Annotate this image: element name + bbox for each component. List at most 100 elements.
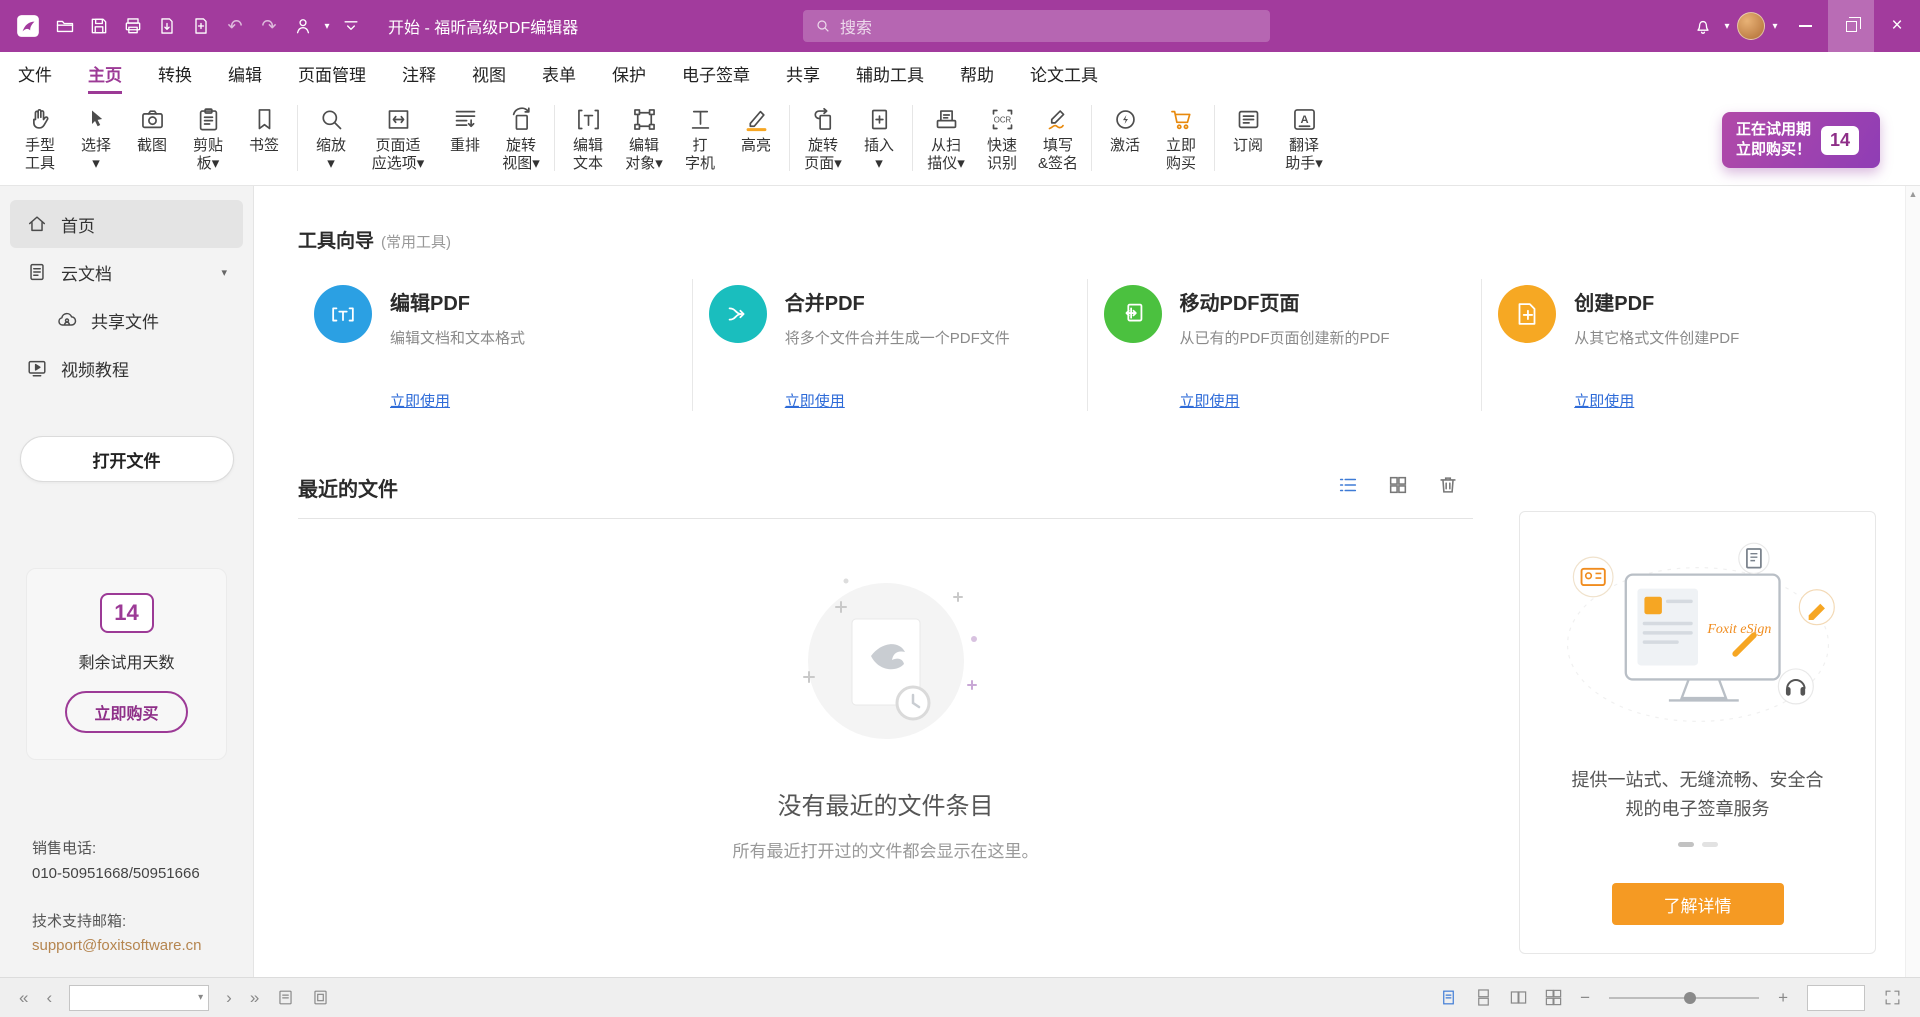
ribbon-tool-from-scanner[interactable]: 从扫 描仪▾ <box>918 102 974 173</box>
ribbon-tool-hand[interactable]: 手型 工具 <box>12 102 68 173</box>
notifications-bell-icon[interactable] <box>1686 0 1720 52</box>
next-page-button[interactable]: › <box>219 989 239 1006</box>
esign-promo-card: Foxit eSign <box>1519 511 1876 954</box>
content-scrollbar[interactable]: ▲ <box>1905 186 1920 977</box>
sidebar-item-shared-files[interactable]: 共享文件 <box>10 296 243 344</box>
zoom-out-button[interactable]: − <box>1573 989 1597 1006</box>
ribbon-tool-translate[interactable]: A 翻译 助手▾ <box>1276 102 1332 173</box>
use-now-link[interactable]: 立即使用 <box>1574 390 1862 411</box>
ribbon-tool-page-fit[interactable]: 页面适 应选项▾ <box>359 102 437 173</box>
menu-tab-share[interactable]: 共享 <box>786 52 820 94</box>
carousel-dot-active[interactable] <box>1678 842 1694 847</box>
sidebar-item-video-tutorials[interactable]: 视频教程 <box>10 344 243 392</box>
save-icon[interactable] <box>82 0 116 52</box>
quick-sign-icon[interactable] <box>286 0 320 52</box>
scroll-up-icon[interactable]: ▲ <box>1909 189 1918 199</box>
ribbon-tool-reflow[interactable]: 重排 <box>437 102 493 155</box>
support-email-link[interactable]: support@foxitsoftware.cn <box>32 935 243 957</box>
card-merge-pdf[interactable]: 合并PDF 将多个文件合并生成一个PDF文件 立即使用 <box>692 279 1087 411</box>
open-folder-icon[interactable] <box>48 0 82 52</box>
card-edit-pdf[interactable]: 编辑PDF 编辑文档和文本格式 立即使用 <box>298 279 692 411</box>
menu-tab-help[interactable]: 帮助 <box>960 52 994 94</box>
zoom-in-button[interactable]: + <box>1771 989 1795 1006</box>
menu-tab-convert[interactable]: 转换 <box>158 52 192 94</box>
notifications-caret-icon[interactable]: ▾ <box>1720 21 1734 32</box>
zoom-level-input[interactable] <box>1808 986 1864 1010</box>
fullscreen-icon[interactable] <box>1877 988 1908 1007</box>
trash-icon[interactable] <box>1437 474 1459 501</box>
zoom-slider-thumb[interactable] <box>1684 992 1696 1004</box>
list-view-icon[interactable] <box>1337 474 1359 501</box>
zoom-slider[interactable] <box>1609 988 1759 1008</box>
ribbon-collapse-icon[interactable] <box>334 0 368 52</box>
prev-page-button[interactable]: ‹ <box>39 989 59 1006</box>
ribbon-tool-fill-sign[interactable]: 填写 &签名 <box>1030 102 1086 173</box>
last-page-button[interactable]: » <box>243 989 266 1006</box>
ribbon-tool-quick-ocr[interactable]: OCR 快速 识别 <box>974 102 1030 173</box>
ribbon-tool-highlight[interactable]: 高亮 <box>728 102 784 155</box>
ribbon-tool-edit-object[interactable]: 编辑 对象▾ <box>616 102 672 173</box>
prev-view-icon[interactable] <box>270 988 301 1007</box>
first-page-button[interactable]: « <box>12 989 35 1006</box>
ribbon-tool-snapshot[interactable]: 截图 <box>124 102 180 155</box>
buy-now-button[interactable]: 立即购买 <box>65 691 187 733</box>
menu-tab-accessibility[interactable]: 辅助工具 <box>856 52 924 94</box>
quick-sign-caret-icon[interactable]: ▾ <box>320 21 334 32</box>
ribbon-tool-rotate-pages[interactable]: 旋转 页面▾ <box>795 102 851 173</box>
use-now-link[interactable]: 立即使用 <box>1180 390 1468 411</box>
grid-view-icon[interactable] <box>1387 474 1409 501</box>
ribbon-tool-zoom[interactable]: 缩放 ▾ <box>303 102 359 173</box>
use-now-link[interactable]: 立即使用 <box>390 390 678 411</box>
minimize-button[interactable] <box>1782 0 1828 52</box>
sidebar-item-home[interactable]: 首页 <box>10 200 243 248</box>
trial-purchase-banner[interactable]: 正在试用期 立即购买！ 14 <box>1722 112 1880 168</box>
menu-tab-home[interactable]: 主页 <box>88 52 122 94</box>
menu-tab-comment[interactable]: 注释 <box>402 52 436 94</box>
ribbon-tool-rotate-view[interactable]: 旋转 视图▾ <box>493 102 549 173</box>
menu-tab-form[interactable]: 表单 <box>542 52 576 94</box>
learn-more-button[interactable]: 了解详情 <box>1612 883 1784 925</box>
cloud-docs-caret-icon[interactable]: ▾ <box>221 266 227 279</box>
ribbon-tool-select[interactable]: 选择 ▾ <box>68 102 124 173</box>
close-button[interactable]: × <box>1874 0 1920 52</box>
carousel-dot[interactable] <box>1702 842 1718 847</box>
ribbon-tool-activate[interactable]: 激活 <box>1097 102 1153 155</box>
ribbon-tool-subscribe[interactable]: 订阅 <box>1220 102 1276 155</box>
menu-tab-paper-tools[interactable]: 论文工具 <box>1030 52 1098 94</box>
ribbon-tool-buy-now[interactable]: 立即 购买 <box>1153 102 1209 173</box>
two-page-view-icon[interactable] <box>1503 988 1534 1007</box>
sidebar-item-cloud-docs[interactable]: 云文档 ▾ <box>10 248 243 296</box>
page-number-input[interactable] <box>70 990 198 1006</box>
account-caret-icon[interactable]: ▾ <box>1768 21 1782 32</box>
ribbon-tool-bookmark[interactable]: 书签 <box>236 102 292 155</box>
global-search-input[interactable]: 搜索 <box>803 10 1270 42</box>
export-pdf-icon[interactable] <box>150 0 184 52</box>
page-fit-icon <box>383 104 413 134</box>
two-page-continuous-view-icon[interactable] <box>1538 988 1569 1007</box>
support-email-label: 技术支持邮箱: <box>32 911 243 933</box>
ribbon-tool-edit-text[interactable]: 编辑 文本 <box>560 102 616 173</box>
menu-tab-protect[interactable]: 保护 <box>612 52 646 94</box>
menu-tab-view[interactable]: 视图 <box>472 52 506 94</box>
menu-tab-esign[interactable]: 电子签章 <box>682 52 750 94</box>
page-number-caret-icon[interactable]: ▾ <box>198 992 208 1003</box>
card-move-pdf-pages[interactable]: 移动PDF页面 从已有的PDF页面创建新的PDF 立即使用 <box>1087 279 1482 411</box>
menu-tab-file[interactable]: 文件 <box>18 52 52 94</box>
single-page-view-icon[interactable] <box>1433 988 1464 1007</box>
redo-icon[interactable]: ↷ <box>252 0 286 52</box>
account-avatar[interactable] <box>1734 0 1768 52</box>
menu-tab-page-manage[interactable]: 页面管理 <box>298 52 366 94</box>
card-create-pdf[interactable]: 创建PDF 从其它格式文件创建PDF 立即使用 <box>1481 279 1876 411</box>
ribbon-tool-clipboard[interactable]: 剪贴 板▾ <box>180 102 236 173</box>
use-now-link[interactable]: 立即使用 <box>785 390 1073 411</box>
ribbon-tool-typewriter[interactable]: 打 字机 <box>672 102 728 173</box>
ribbon-tool-insert[interactable]: 插入 ▾ <box>851 102 907 173</box>
create-from-file-icon[interactable] <box>184 0 218 52</box>
print-icon[interactable] <box>116 0 150 52</box>
continuous-view-icon[interactable] <box>1468 988 1499 1007</box>
undo-icon[interactable]: ↶ <box>218 0 252 52</box>
restore-button[interactable] <box>1828 0 1874 52</box>
menu-tab-edit[interactable]: 编辑 <box>228 52 262 94</box>
open-file-button[interactable]: 打开文件 <box>20 436 234 482</box>
next-view-icon[interactable] <box>305 988 336 1007</box>
